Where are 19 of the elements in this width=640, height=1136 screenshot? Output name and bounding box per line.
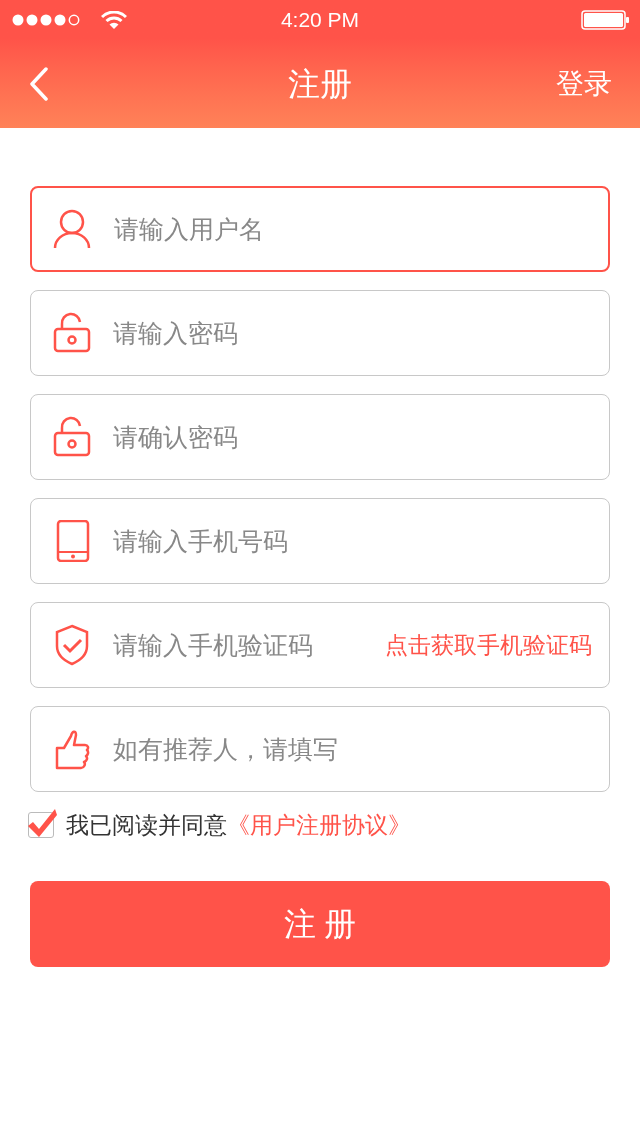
input-field[interactable]: 请输入用户名 — [30, 186, 610, 272]
page-title: 注册 — [288, 65, 352, 104]
get-code-link[interactable]: 点击获取手机验证码 — [385, 628, 592, 663]
wifi-icon — [101, 11, 127, 29]
input-field[interactable]: 请输入手机号码 — [30, 498, 610, 584]
battery-icon — [581, 10, 629, 30]
input-field[interactable]: 请输入密码 — [30, 290, 610, 376]
agreement-text: 我已阅读并同意 — [66, 811, 227, 840]
register-button[interactable]: 注 册 — [30, 880, 610, 967]
status-time: 4:20 PM — [280, 7, 360, 34]
padlock-icon — [52, 416, 92, 458]
signal-icon — [12, 13, 80, 27]
agreement-link[interactable]: 《用户注册协议》 — [227, 808, 411, 843]
user-icon — [52, 208, 92, 250]
input-field[interactable]: 请确认密码 — [30, 394, 610, 480]
login-link[interactable]: 登录 — [556, 63, 612, 105]
padlock-icon — [52, 312, 92, 354]
agree-checkbox[interactable] — [28, 812, 54, 839]
input-field[interactable]: 如有推荐人，请填写 — [30, 706, 610, 792]
